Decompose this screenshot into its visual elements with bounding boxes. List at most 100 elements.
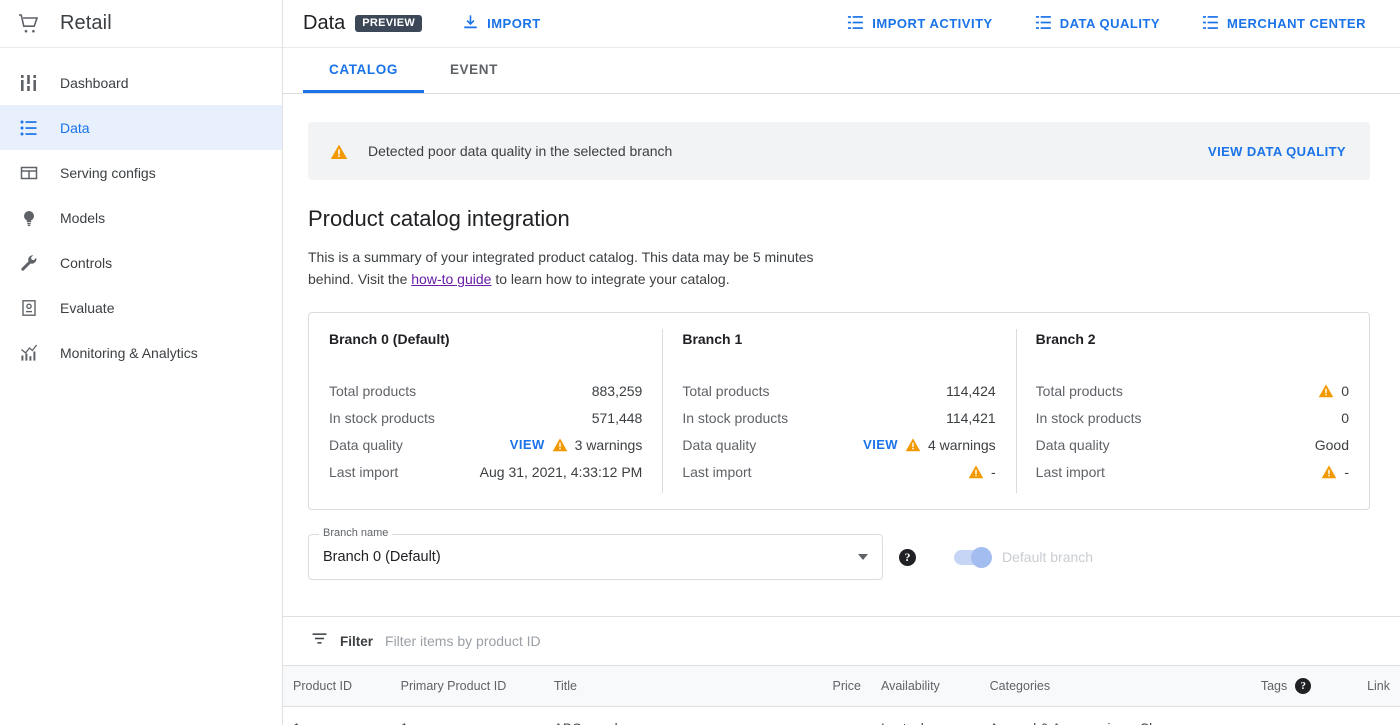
tab-event[interactable]: EVENT xyxy=(424,48,524,93)
sidebar-item-controls[interactable]: Controls xyxy=(0,240,282,285)
content-inner: Detected poor data quality in the select… xyxy=(283,94,1400,580)
branch-card-row-in-stock: In stock products 114,421 xyxy=(682,404,995,431)
tab-event-label: EVENT xyxy=(449,61,498,77)
row-value: 4 warnings xyxy=(927,436,996,453)
help-icon[interactable]: ? xyxy=(1295,678,1312,694)
lightbulb-icon xyxy=(16,206,42,230)
default-branch-toggle[interactable] xyxy=(954,546,992,568)
row-label: Last import xyxy=(329,463,399,480)
warning-triangle-icon xyxy=(905,437,921,453)
sidebar-item-label: Controls xyxy=(60,254,113,271)
row-value: 571,448 xyxy=(591,409,643,426)
column-header-title[interactable]: Title xyxy=(543,665,758,707)
column-header-tags-label: Tags xyxy=(1260,679,1288,693)
column-header-price[interactable]: Price xyxy=(757,665,871,707)
warning-triangle-icon xyxy=(330,143,348,159)
data-quality-label: DATA QUALITY xyxy=(1059,16,1161,31)
view-link[interactable]: VIEW xyxy=(863,437,898,452)
sidebar: Retail Dashboard Data Serving configs Mo… xyxy=(0,0,283,725)
sidebar-item-label: Models xyxy=(60,209,106,226)
column-header-tags[interactable]: Tags ? xyxy=(1197,665,1322,707)
branch-card-row-last-import: Last import Aug 31, 2021, 4:33:12 PM xyxy=(329,458,642,485)
brand-header[interactable]: Retail xyxy=(0,0,282,48)
column-header-product-id[interactable]: Product ID xyxy=(283,665,391,707)
merchant-center-label: MERCHANT CENTER xyxy=(1227,16,1366,31)
sidebar-item-data[interactable]: Data xyxy=(0,105,282,150)
row-label: Total products xyxy=(682,382,770,399)
app-root: Retail Dashboard Data Serving configs Mo… xyxy=(0,0,1400,725)
sidebar-item-monitoring-analytics[interactable]: Monitoring & Analytics xyxy=(0,330,282,375)
chevron-down-icon[interactable] xyxy=(858,554,868,560)
data-quality-button[interactable]: DATA QUALITY xyxy=(1025,8,1170,40)
list-icon xyxy=(1202,14,1219,34)
table-row[interactable]: 1 1 ABC sneakers In stock Apparel & Acce… xyxy=(283,707,1400,725)
branch-card-row-total-products: Total products 883,259 xyxy=(329,377,642,404)
filter-input[interactable]: Filter items by product ID xyxy=(385,633,541,649)
topbar-right-actions: IMPORT ACTIVITY DATA QUALITY MERCHANT CE… xyxy=(837,8,1384,40)
section-description: This is a summary of your integrated pro… xyxy=(308,246,853,290)
sidebar-item-evaluate[interactable]: Evaluate xyxy=(0,285,282,330)
main-area: Data PREVIEW IMPORT IMPORT ACTIVITY DATA… xyxy=(283,0,1400,725)
column-header-availability[interactable]: Availability xyxy=(870,665,980,707)
shopping-cart-icon xyxy=(16,11,42,37)
branch-card-row-last-import: Last import - xyxy=(682,458,995,485)
column-header-link[interactable]: Link xyxy=(1321,665,1400,707)
branch-card-row-total-products: Total products 114,424 xyxy=(682,377,995,404)
branch-card-row-in-stock: In stock products 0 xyxy=(1036,404,1349,431)
chart-icon xyxy=(16,341,42,365)
products-table-card: Filter Filter items by product ID Produc… xyxy=(283,616,1400,725)
toggle-knob xyxy=(971,546,992,568)
row-value: 0 xyxy=(1341,382,1349,399)
filter-icon[interactable] xyxy=(311,630,328,652)
branch-card-row-data-quality: Data quality VIEW 3 warnings xyxy=(329,431,642,458)
row-value: 114,424 xyxy=(946,382,996,399)
sidebar-item-serving-configs[interactable]: Serving configs xyxy=(0,150,282,195)
default-branch-toggle-group: Default branch xyxy=(954,546,1094,568)
row-value: 3 warnings xyxy=(574,436,643,453)
sidebar-item-dashboard[interactable]: Dashboard xyxy=(0,60,282,105)
data-quality-banner: Detected poor data quality in the select… xyxy=(308,122,1370,180)
list-icon xyxy=(16,116,42,140)
branch-card-title: Branch 2 xyxy=(1035,331,1096,347)
row-value: Good xyxy=(1314,436,1349,453)
branch-selector-row: Branch name Branch 0 (Default) ? Default… xyxy=(308,527,1370,580)
column-header-categories[interactable]: Categories xyxy=(979,665,1198,707)
dashboard-icon xyxy=(16,71,42,95)
filter-bar: Filter Filter items by product ID xyxy=(283,617,1400,665)
import-activity-button[interactable]: IMPORT ACTIVITY xyxy=(837,8,1002,40)
branch-card-row-in-stock: In stock products 571,448 xyxy=(329,404,642,431)
cell-price xyxy=(757,707,871,725)
branch-card-title: Branch 0 (Default) xyxy=(329,331,450,347)
warning-triangle-icon xyxy=(1318,383,1334,399)
branch-name-select[interactable]: Branch name Branch 0 (Default) xyxy=(308,527,883,580)
row-label: Total products xyxy=(329,382,417,399)
cell-categories: Apparel & Accessories > Shoes xyxy=(980,707,1197,725)
default-branch-toggle-label: Default branch xyxy=(1002,549,1094,565)
column-header-primary-product-id[interactable]: Primary Product ID xyxy=(390,665,544,707)
row-label: In stock products xyxy=(329,409,435,426)
sidebar-item-models[interactable]: Models xyxy=(0,195,282,240)
banner-message: Detected poor data quality in the select… xyxy=(368,143,673,159)
merchant-center-button[interactable]: MERCHANT CENTER xyxy=(1192,8,1376,40)
row-label: Total products xyxy=(1035,382,1123,399)
row-label: In stock products xyxy=(682,409,789,426)
help-icon[interactable]: ? xyxy=(899,548,916,566)
filter-label[interactable]: Filter xyxy=(340,634,373,649)
warning-triangle-icon xyxy=(552,437,568,453)
warning-triangle-icon xyxy=(1321,464,1337,480)
tab-catalog[interactable]: CATALOG xyxy=(303,48,424,93)
view-link[interactable]: VIEW xyxy=(510,437,545,452)
import-button[interactable]: IMPORT xyxy=(452,8,551,40)
row-label: Last import xyxy=(682,463,752,480)
cell-product-id: 1 xyxy=(283,707,391,725)
cell-primary-product-id: 1 xyxy=(391,707,544,725)
how-to-guide-link[interactable]: how-to guide xyxy=(411,271,491,287)
branch-card-row-data-quality: Data quality VIEW 4 warnings xyxy=(682,431,995,458)
view-data-quality-link[interactable]: VIEW DATA QUALITY xyxy=(1208,144,1346,159)
row-value: - xyxy=(1344,463,1349,480)
sidebar-item-label: Serving configs xyxy=(60,164,156,181)
row-value: - xyxy=(990,463,996,480)
cell-availability: In stock xyxy=(871,707,980,725)
branch-summary-cards: Branch 0 (Default) Total products 883,25… xyxy=(308,312,1370,510)
branch-card: Branch 2 Total products 0 In stock produ… xyxy=(1015,313,1369,509)
